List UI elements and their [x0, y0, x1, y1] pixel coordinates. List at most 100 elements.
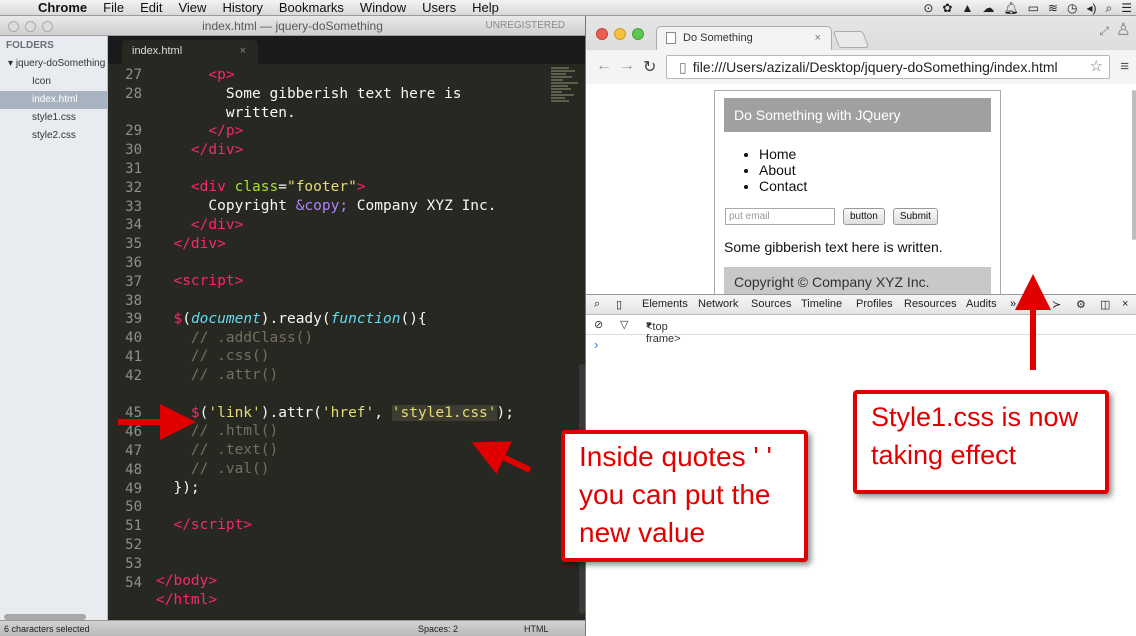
- browser-tab-title: Do Something: [683, 32, 753, 44]
- zoom-window-button[interactable]: [632, 28, 644, 40]
- drive-icon[interactable]: ▲: [961, 1, 973, 15]
- code-editor[interactable]: 27 28 29 30 31 32 33 34 35 36 37 38 39 40 41 42 45 46 47 48…: [108, 64, 585, 624]
- close-devtools-icon[interactable]: ×: [1122, 298, 1128, 310]
- sidebar-file-icon[interactable]: Icon: [0, 73, 107, 91]
- page-container: Do Something with JQuery Home About Cont…: [714, 90, 1001, 294]
- syntax-status[interactable]: HTML: [524, 624, 549, 634]
- devtools-tab-bar: ⌕ ▯ Elements Network Sources Timeline Pr…: [586, 295, 1136, 315]
- code-line: // .html(): [190, 423, 279, 439]
- line-number: 50: [125, 499, 142, 516]
- browser-tab[interactable]: Do Something ×: [656, 26, 832, 50]
- tab-profiles[interactable]: Profiles: [856, 298, 893, 310]
- sidebar-file-style1-css[interactable]: style1.css: [0, 109, 107, 127]
- back-icon[interactable]: ←: [596, 57, 612, 75]
- settings-gear-icon[interactable]: ⚙: [1076, 298, 1086, 311]
- minimap[interactable]: [551, 66, 581, 126]
- nav-home[interactable]: Home: [759, 146, 1000, 162]
- code-line: </div>: [190, 142, 244, 158]
- close-window-button[interactable]: [596, 28, 608, 40]
- line-number: 37: [125, 273, 142, 290]
- close-tab-icon[interactable]: ×: [815, 27, 821, 49]
- tab-audits[interactable]: Audits: [966, 298, 997, 310]
- minimize-window-button[interactable]: [614, 28, 626, 40]
- menu-file[interactable]: File: [95, 0, 132, 16]
- line-number: 28: [125, 85, 142, 102]
- nav-contact[interactable]: Contact: [759, 178, 1000, 194]
- clock-icon[interactable]: ◷: [1067, 1, 1077, 15]
- code-line: // .text(): [190, 442, 279, 458]
- selection-status: 6 characters selected: [4, 624, 90, 634]
- indentation-status[interactable]: Spaces: 2: [418, 624, 458, 634]
- code-line: </body>: [156, 573, 218, 589]
- line-number: 46: [125, 424, 142, 441]
- line-number: 40: [125, 330, 142, 347]
- spotlight-icon[interactable]: ⌕: [1106, 1, 1113, 16]
- profile-icon[interactable]: ♙: [1116, 20, 1131, 40]
- tab-elements[interactable]: Elements: [642, 298, 688, 310]
- inspect-icon[interactable]: ⌕: [594, 298, 600, 311]
- clear-console-icon[interactable]: ⊘: [594, 318, 603, 331]
- line-number: 34: [125, 217, 142, 234]
- fullscreen-icon[interactable]: ⤢: [1099, 24, 1109, 39]
- tab-resources[interactable]: Resources: [904, 298, 957, 310]
- volume-icon[interactable]: ◂): [1086, 1, 1096, 15]
- line-number: 35: [125, 236, 142, 253]
- tab-network[interactable]: Network: [698, 298, 738, 310]
- close-tab-icon[interactable]: ×: [240, 40, 246, 62]
- bookmark-star-icon[interactable]: ☆: [1090, 56, 1103, 78]
- menu-users[interactable]: Users: [414, 0, 464, 16]
- list-icon[interactable]: ☰: [1121, 1, 1132, 15]
- forward-icon[interactable]: →: [619, 57, 635, 75]
- editor-status-bar: 6 characters selected Spaces: 2 HTML: [0, 620, 585, 636]
- battery-icon[interactable]: ▭: [1028, 1, 1039, 15]
- code-line: </script>: [173, 517, 253, 533]
- code-line: Copyright &copy; Company XYZ Inc.: [156, 198, 497, 214]
- tab-index-html[interactable]: index.html ×: [122, 40, 258, 64]
- tab-timeline[interactable]: Timeline: [801, 298, 842, 310]
- sidebar-file-index-html[interactable]: index.html: [0, 91, 107, 109]
- tab-sources[interactable]: Sources: [751, 298, 791, 310]
- folder-sidebar: FOLDERS ▾ jquery-doSomething Icon index.…: [0, 36, 108, 624]
- url-text: file:///Users/azizali/Desktop/jquery-doS…: [692, 59, 1058, 75]
- filter-icon[interactable]: ▽: [620, 318, 628, 331]
- mac-menu-bar: Chrome File Edit View History Bookmarks …: [0, 0, 1136, 16]
- submit-button[interactable]: Submit: [892, 208, 938, 225]
- record-icon[interactable]: ⊙: [923, 1, 933, 15]
- device-icon[interactable]: ▯: [616, 298, 622, 311]
- bell-icon[interactable]: 🔔︎: [1003, 1, 1018, 15]
- nav-about[interactable]: About: [759, 162, 1000, 178]
- line-number: 52: [125, 537, 142, 553]
- menu-window[interactable]: Window: [352, 0, 414, 16]
- sidebar-file-style2-css[interactable]: style2.css: [0, 127, 107, 145]
- code-line: <script>: [173, 273, 244, 289]
- menu-help[interactable]: Help: [464, 0, 507, 16]
- reload-icon[interactable]: ↻: [643, 57, 656, 77]
- new-tab-button[interactable]: [832, 31, 870, 48]
- console-prompt[interactable]: ›: [594, 337, 598, 352]
- sidebar-folder[interactable]: ▾ jquery-doSomething: [0, 55, 107, 73]
- line-number: 45: [125, 405, 142, 422]
- menu-view[interactable]: View: [170, 0, 214, 16]
- callout-style-effect: Style1.css is now taking effect: [853, 390, 1109, 494]
- cloud-icon[interactable]: ☁: [982, 1, 994, 15]
- address-bar[interactable]: ▯ file:///Users/azizali/Desktop/jquery-do…: [666, 55, 1110, 79]
- page-button[interactable]: button: [843, 208, 885, 225]
- line-number: 53: [125, 555, 142, 572]
- menu-edit[interactable]: Edit: [132, 0, 170, 16]
- more-tabs-icon[interactable]: »: [1010, 298, 1016, 310]
- dock-icon[interactable]: ◫: [1100, 298, 1110, 311]
- wifi-icon[interactable]: ≋: [1048, 1, 1058, 15]
- email-input[interactable]: put email: [725, 208, 835, 225]
- menu-bookmarks[interactable]: Bookmarks: [271, 0, 352, 16]
- code-line: // .css(): [190, 348, 270, 364]
- disclosure-triangle-icon[interactable]: ▾: [8, 58, 16, 69]
- menu-history[interactable]: History: [214, 0, 270, 16]
- chrome-menu-icon[interactable]: ≡: [1120, 58, 1129, 75]
- frame-selector[interactable]: <top frame> ▾: [646, 318, 681, 345]
- line-number: 33: [125, 198, 142, 215]
- console-drawer-icon[interactable]: ≻: [1052, 298, 1061, 311]
- page-scrollbar[interactable]: [1131, 84, 1136, 294]
- menu-app-name[interactable]: Chrome: [34, 0, 95, 16]
- sync-icon[interactable]: ✿: [942, 1, 952, 15]
- code-line: // .attr(): [190, 367, 279, 383]
